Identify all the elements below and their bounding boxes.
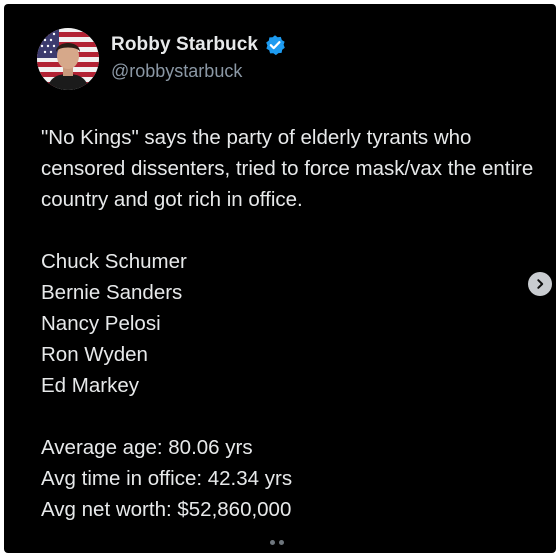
verified-badge-icon <box>266 35 285 56</box>
list-item: Ron Wyden <box>41 343 148 366</box>
list-item: Nancy Pelosi <box>41 312 161 335</box>
stat-line: Average age: 80.06 yrs <box>41 436 253 459</box>
chevron-right-icon <box>537 279 544 289</box>
display-name[interactable]: Robby Starbuck <box>111 34 258 56</box>
avatar-image <box>37 28 99 90</box>
list-item: Ed Markey <box>41 374 139 397</box>
stat-line: Avg net worth: $52,860,000 <box>41 498 292 521</box>
page-indicator <box>270 540 284 545</box>
list-item: Chuck Schumer <box>41 250 187 273</box>
avatar[interactable] <box>37 28 99 90</box>
handle[interactable]: @robbystarbuck <box>111 61 242 82</box>
author-name-row: Robby Starbuck <box>111 34 286 56</box>
page-dot[interactable] <box>279 540 284 545</box>
stat-line: Avg time in office: 42.34 yrs <box>41 467 293 490</box>
list-item: Bernie Sanders <box>41 281 183 304</box>
next-slide-button[interactable] <box>528 272 552 296</box>
page-dot[interactable] <box>270 540 275 545</box>
tweet-card: Robby Starbuck @robbystarbuck "No Kings"… <box>4 4 556 553</box>
tweet-text: "No Kings" says the party of elderly tyr… <box>41 122 541 525</box>
tweet-intro: "No Kings" says the party of elderly tyr… <box>41 126 534 211</box>
